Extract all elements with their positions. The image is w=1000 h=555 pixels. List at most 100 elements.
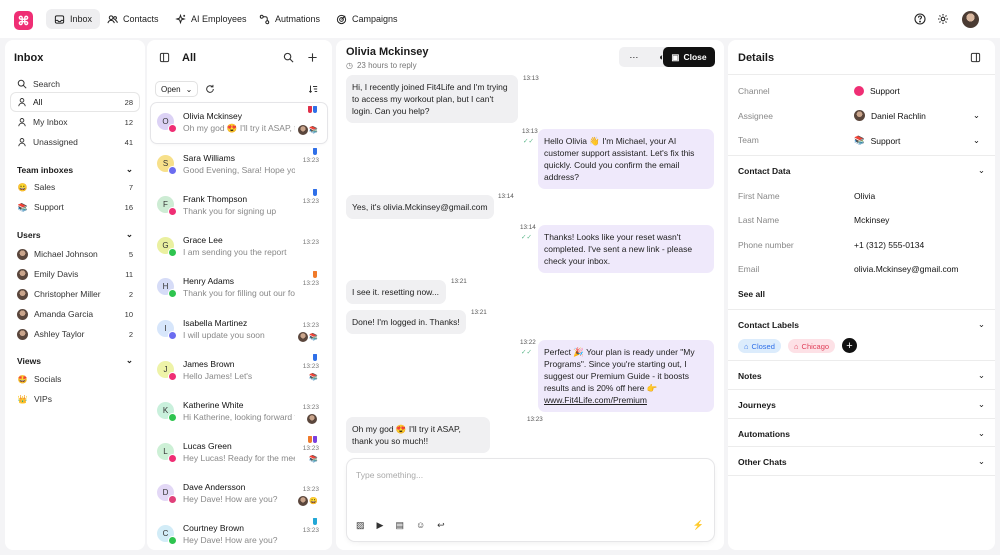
app-logo[interactable]: ⌘ <box>14 11 33 30</box>
panel-toggle-icon[interactable] <box>970 52 981 63</box>
plus-icon[interactable] <box>307 52 318 63</box>
conversation-item[interactable]: I Isabella Martinez I will update you soon… <box>151 310 327 350</box>
field-value[interactable]: Mckinsey <box>854 215 889 225</box>
sidebar-toggle-icon[interactable] <box>159 52 170 63</box>
divider <box>728 389 995 390</box>
other-chats-section[interactable]: Other Chats ⌄ <box>738 456 985 467</box>
more-icon[interactable]: ⋯ <box>629 52 638 63</box>
nav-campaigns[interactable]: Campaigns <box>328 9 406 29</box>
composer[interactable]: Type something... ▨ ▶ ▤ ☺ ↩ ⚡ <box>347 459 714 541</box>
channel-badge-icon <box>168 495 177 504</box>
status-filter-label: Open <box>161 84 181 94</box>
team-support[interactable]: 📚 Support 16 <box>11 198 139 216</box>
close-button[interactable]: ▣ Close <box>663 47 715 67</box>
search-icon[interactable] <box>283 52 294 63</box>
label-chicago[interactable]: ⌂ Chicago <box>788 339 836 353</box>
add-label-button[interactable]: + <box>842 338 857 353</box>
user-row[interactable]: Ashley Taylor 2 <box>11 325 139 343</box>
reply-icon[interactable]: ↩ <box>437 520 445 531</box>
conversation-item[interactable]: LLucas GreenHey Lucas! Ready for the mee… <box>151 433 327 473</box>
field-value[interactable]: +1 (312) 555-0134 <box>854 240 924 250</box>
team-inboxes-header[interactable]: Team inboxes ⌄ <box>17 164 133 175</box>
conversation-tags <box>313 518 317 525</box>
assignee-mini: 😀 <box>298 496 318 506</box>
conversation-preview: Oh my god 😍 I'll try it ASAP, thank you … <box>183 123 295 133</box>
search-row[interactable]: Search <box>11 75 139 93</box>
conversation-item[interactable]: J James Brown Hello James! Let's 13:23 📚 <box>151 351 327 391</box>
conversation-item[interactable]: G Grace Lee I am sending you the report 13:… <box>151 227 327 267</box>
team-sales[interactable]: 😀 Sales 7 <box>11 178 139 196</box>
emoji-icon[interactable]: ☺ <box>416 520 425 531</box>
refresh-icon[interactable] <box>205 84 215 94</box>
channel-text: Support <box>870 86 900 96</box>
nav-inbox[interactable]: Inbox <box>46 9 101 29</box>
read-receipt-icon: ✓✓ <box>523 138 534 145</box>
conversation-preview: Hey Dave! How are you? <box>183 494 278 504</box>
field-value[interactable]: Olivia <box>854 191 875 201</box>
journeys-section[interactable]: Journeys ⌄ <box>738 399 985 410</box>
sort-icon[interactable] <box>308 84 318 94</box>
automations-section[interactable]: Automations ⌄ <box>738 428 985 439</box>
inbox-unassigned[interactable]: Unassigned 41 <box>11 133 139 151</box>
nav-automations[interactable]: Autmations <box>251 9 328 29</box>
document-icon[interactable]: ▤ <box>395 520 404 531</box>
reply-timer: ◷ 23 hours to reply <box>346 61 417 70</box>
tag-marker <box>313 354 317 361</box>
user-row[interactable]: Emily Davis 11 <box>11 265 139 283</box>
conversation-item[interactable]: D Dave Andersson Hey Dave! How are you? 13:… <box>151 474 327 514</box>
composer-placeholder[interactable]: Type something... <box>356 470 423 480</box>
conversation-item[interactable]: S Sara Williams Good Evening, Sara! Hope y… <box>151 145 327 185</box>
gear-icon[interactable] <box>937 13 949 25</box>
inbox-sidebar: Inbox Search All 28 My Inbox 12 Unassign… <box>5 40 145 550</box>
conversation-item[interactable]: F Frank Thompson Thank you for signing up 1… <box>151 186 327 226</box>
search-label: Search <box>33 79 60 89</box>
label-closed[interactable]: ⌂ Closed <box>738 339 781 353</box>
user-row[interactable]: Michael Johnson 5 <box>11 245 139 263</box>
views-header[interactable]: Views ⌄ <box>17 355 133 366</box>
field-label: First Name <box>738 191 780 201</box>
conversation-time: 13:23 <box>302 322 319 329</box>
team-emoji-icon: 📚 <box>309 456 318 463</box>
channel-badge-icon <box>168 124 177 133</box>
message-text: Yes, it's olivia.Mckinsey@gmail.com <box>352 202 488 212</box>
users-header[interactable]: Users ⌄ <box>17 229 133 240</box>
chevron-down-icon: ⌄ <box>972 135 980 145</box>
notes-section[interactable]: Notes ⌄ <box>738 370 985 381</box>
video-icon[interactable]: ▶ <box>377 520 384 531</box>
image-icon[interactable]: ▨ <box>356 520 365 531</box>
see-all-link[interactable]: See all <box>738 289 765 299</box>
assignee-mini <box>307 414 318 424</box>
help-icon[interactable] <box>914 13 926 25</box>
user-avatar[interactable] <box>962 11 979 28</box>
contact-labels-header[interactable]: Contact Labels ⌄ <box>738 319 985 330</box>
inbox-my[interactable]: My Inbox 12 <box>11 113 139 131</box>
field-label: Last Name <box>738 215 780 225</box>
assignee-select[interactable]: Daniel Rachlin ⌄ <box>854 110 980 121</box>
avatar <box>17 308 28 320</box>
message-link[interactable]: www.Fit4Life.com/Premium <box>544 395 647 405</box>
user-name: Ashley Taylor <box>34 329 85 339</box>
nav-ai-employees[interactable]: AI Employees <box>167 9 255 29</box>
lightning-icon[interactable]: ⚡ <box>693 520 704 531</box>
conversation-item[interactable]: C Courtney Brown Hey Dave! How are you? 13:… <box>151 515 327 550</box>
conversation-item[interactable]: K Katherine White Hi Katherine, looking fo… <box>151 392 327 432</box>
inbox-all[interactable]: All 28 <box>11 93 139 111</box>
view-vips[interactable]: 👑 VIPs <box>11 390 139 408</box>
nav-contacts[interactable]: Contacts <box>99 9 167 29</box>
contact-data-header[interactable]: Contact Data ⌄ <box>738 165 985 176</box>
user-row[interactable]: Amanda Garcia 10 <box>11 305 139 323</box>
inbox-title: Inbox <box>14 52 44 64</box>
conversation-list: All Open ⌄ O Olivia Mckinsey Oh my god 😍 I… <box>147 40 332 550</box>
conversation-item[interactable]: H Henry Adams Thank you for filling out ou… <box>151 268 327 308</box>
conversation-item[interactable]: O Olivia Mckinsey Oh my god 😍 I'll try it … <box>151 103 327 143</box>
view-socials[interactable]: 🤩 Socials <box>11 370 139 388</box>
conversation-name: Grace Lee <box>183 235 223 245</box>
tag-icon: ⌂ <box>744 341 749 351</box>
chevron-down-icon: ⌄ <box>972 110 980 120</box>
user-row[interactable]: Christopher Miller 2 <box>11 285 139 303</box>
team-select[interactable]: 📚 Support ⌄ <box>854 135 980 146</box>
user-count: 2 <box>128 329 133 339</box>
field-value[interactable]: olivia.Mckinsey@gmail.com <box>854 264 959 274</box>
status-filter[interactable]: Open ⌄ <box>155 81 199 97</box>
divider <box>728 446 995 447</box>
